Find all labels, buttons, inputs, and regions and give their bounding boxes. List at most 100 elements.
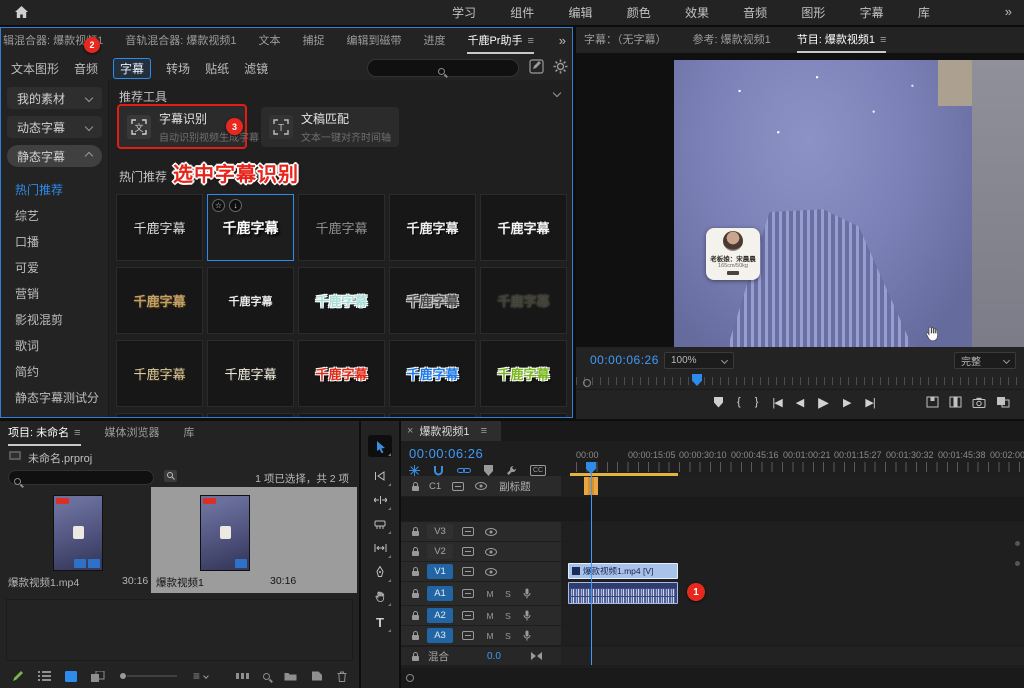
source-patch-icon[interactable] [452,482,464,491]
subtitle-style-tile[interactable] [480,413,567,417]
subtitle-style-tile[interactable]: 千鹿字幕 [298,267,385,334]
edit-pencil-icon[interactable] [12,670,24,682]
menu-item-audio[interactable]: 音频 [743,4,767,21]
mark-in-icon[interactable]: { [737,396,741,408]
lock-icon[interactable] [411,588,420,599]
source-patch-icon[interactable] [462,567,474,576]
export-frame-camera-icon[interactable] [972,397,986,408]
play-icon[interactable]: ▶ [818,394,829,411]
home-icon[interactable] [14,5,29,19]
find-icon[interactable] [263,673,270,680]
lift-icon[interactable] [926,396,939,408]
settings-gear-icon[interactable] [553,59,568,74]
panel-menu-icon[interactable]: ≡ [481,425,487,437]
go-to-out-icon[interactable]: ▶| [865,396,874,409]
subtab-transitions[interactable]: 转场 [166,60,190,77]
tab-libraries[interactable]: 库 [184,424,195,440]
extract-icon[interactable] [949,396,962,408]
track-target-v3[interactable]: V3 [427,524,453,539]
mute-button[interactable]: M [483,630,497,642]
sequence-name[interactable]: 爆款视频1 [156,575,204,590]
subtitle-style-tile[interactable]: 千鹿字幕 [480,267,567,334]
tab-media-browser[interactable]: 媒体浏览器 [105,424,160,440]
mix-gain-value[interactable]: 0.0 [487,651,501,662]
lock-icon[interactable] [411,526,420,537]
subtitle-style-tile[interactable]: 千鹿字幕 [298,340,385,407]
track-visibility-eye-icon[interactable] [485,568,497,576]
add-marker-icon[interactable] [484,465,493,476]
sidebar-group-my-assets[interactable]: 我的素材 [7,87,102,109]
thumbnail-zoom-slider[interactable] [119,672,179,680]
sidebar-item-talking[interactable]: 口播 [1,229,108,255]
feedback-icon[interactable] [529,59,544,74]
hand-tool[interactable] [368,585,392,607]
subtab-subtitles[interactable]: 字幕 [113,58,151,79]
lock-icon[interactable] [411,481,420,492]
caption-track-id[interactable]: C1 [429,481,441,492]
subtitle-style-tile-selected[interactable]: ☆ ↓ 千鹿字幕 [207,194,294,261]
lock-icon[interactable] [411,630,420,641]
tab-track-mixer[interactable]: 音轨混合器: 爆款视频1 [125,32,236,48]
source-patch-icon[interactable] [462,527,474,536]
menu-item-graphics[interactable]: 图形 [801,4,825,21]
track-target-v2[interactable]: V2 [427,544,453,559]
sort-icon[interactable]: ≡ [193,669,208,683]
slip-tool[interactable] [368,537,392,559]
subtitle-style-tile[interactable]: 千鹿字幕 [389,194,476,261]
sidebar-item-film-remix[interactable]: 影视混剪 [1,307,108,333]
menu-item-editing[interactable]: 编辑 [568,4,592,21]
menu-item-color[interactable]: 颜色 [627,4,651,21]
download-icon[interactable]: ↓ [229,199,242,212]
sidebar-group-static-subtitles[interactable]: 静态字幕 [7,145,102,167]
sidebar-item-simple[interactable]: 简约 [1,359,108,385]
subtitle-style-tile[interactable]: 千鹿字幕 [116,267,203,334]
voiceover-mic-icon[interactable] [523,630,531,641]
step-forward-icon[interactable]: ▶ [843,396,851,409]
subtitle-style-tile[interactable]: 千鹿字幕 [116,340,203,407]
tab-edit-to-tape[interactable]: 编辑到磁带 [346,32,401,48]
subtitle-style-tile[interactable]: 千鹿字幕 [207,267,294,334]
track-visibility-eye-icon[interactable] [485,548,497,556]
find-icon[interactable] [163,469,178,483]
voiceover-mic-icon[interactable] [523,610,531,621]
sequence-tab[interactable]: × 爆款视频1 ≡ [401,421,501,441]
clip-thumbnail[interactable] [53,495,103,571]
zoom-level-dropdown[interactable]: 100% [664,352,734,369]
subtitle-style-tile[interactable]: 千鹿字幕 [116,194,203,261]
step-back-icon[interactable]: ◀ [796,396,804,409]
tab-text[interactable]: 文本 [258,32,280,48]
menu-item-learn[interactable]: 学习 [452,4,476,21]
left-panel-overflow-icon[interactable]: » [559,33,566,48]
icon-view-icon[interactable] [65,671,77,682]
track-select-forward-tool[interactable] [368,465,392,487]
subtitle-style-tile[interactable]: 千鹿字幕 [207,340,294,407]
video-clip-v1[interactable]: 爆款视频1.mp4 [V] [568,563,678,579]
tab-qianlu-assistant[interactable]: 千鹿Pr助手≡ [467,32,533,48]
subtab-audio[interactable]: 音频 [74,60,98,77]
subtab-filters[interactable]: 滤镜 [244,60,268,77]
lock-icon[interactable] [411,651,420,662]
snap-magnet-icon[interactable] [433,465,444,476]
nest-sequence-icon[interactable] [409,465,420,476]
lock-icon[interactable] [411,546,420,557]
menu-item-assembly[interactable]: 组件 [510,4,534,21]
new-bin-folder-icon[interactable] [284,671,297,681]
subtitle-style-tile[interactable] [207,413,294,417]
go-to-in-icon[interactable]: |◀ [772,396,781,409]
track-target-a2[interactable]: A2 [427,608,453,623]
source-patch-icon[interactable] [462,631,474,640]
program-timecode[interactable]: 00:00:06:26 [590,353,659,367]
keyframe-bowtie-icon[interactable] [531,652,542,660]
timeline-timecode[interactable]: 00:00:06:26 [409,446,483,461]
sidebar-group-dynamic-subtitles[interactable]: 动态字幕 [7,116,102,138]
tab-progress[interactable]: 进度 [423,32,445,48]
subtitle-style-tile[interactable]: 千鹿字幕 [389,267,476,334]
scrollbar-handle[interactable] [583,379,591,387]
subtitle-style-tile[interactable]: 千鹿字幕 [480,194,567,261]
automate-sequence-icon[interactable] [236,671,249,681]
subtitle-style-tile[interactable] [389,413,476,417]
lock-icon[interactable] [411,610,420,621]
project-file-name[interactable]: 未命名.prproj [28,450,92,466]
solo-button[interactable]: S [501,610,515,622]
tab-reference-monitor[interactable]: 参考: 爆款视频1 [693,31,771,47]
